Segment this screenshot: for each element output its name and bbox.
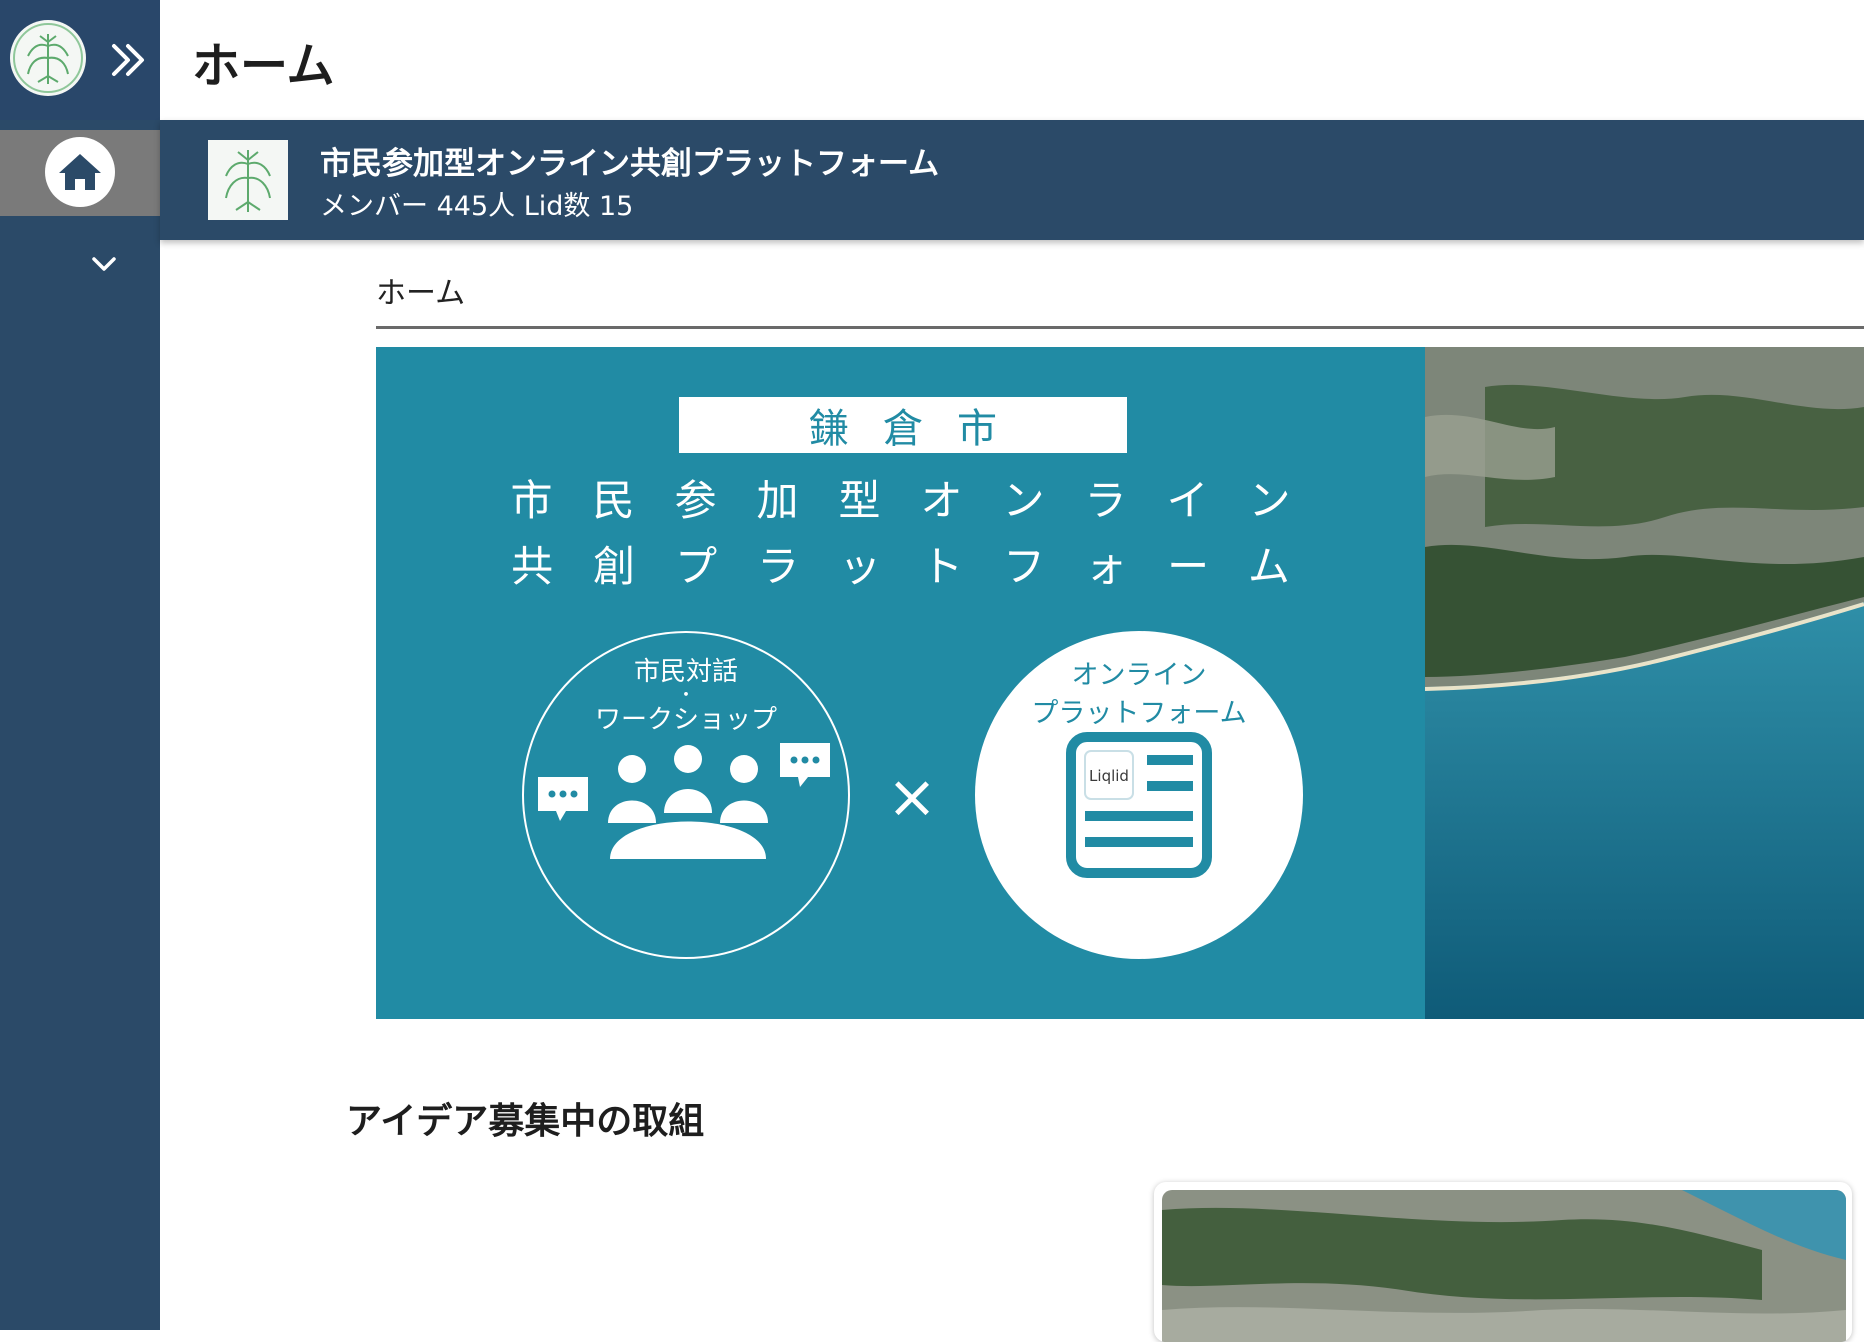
aerial-coast-photo bbox=[1424, 347, 1864, 1019]
idea-card[interactable] bbox=[1154, 1182, 1852, 1342]
expand-sidebar-button[interactable] bbox=[108, 38, 152, 82]
group-name[interactable]: 市民参加型オンライン共創プラットフォーム bbox=[320, 138, 939, 183]
group-member-count: メンバー 445人 Lid数 15 bbox=[320, 191, 634, 222]
liqlid-logo-text: Liqlid bbox=[1089, 767, 1129, 785]
aerial-town-image bbox=[1162, 1190, 1846, 1342]
home-icon-wrap bbox=[45, 137, 115, 207]
sidebar-expand-toggle[interactable] bbox=[88, 248, 120, 280]
city-name-box: 鎌倉市 bbox=[679, 397, 1127, 453]
city-emblem-logo[interactable] bbox=[10, 20, 86, 96]
hero-banner: 鎌倉市 市民参加型オンライン 共創プラットフォーム 市民対話 ・ ワークショップ bbox=[376, 347, 1864, 1019]
sidebar-header bbox=[0, 0, 160, 120]
chevron-down-icon bbox=[92, 257, 116, 271]
people-meeting-icon bbox=[538, 743, 830, 859]
bamboo-emblem-icon bbox=[225, 150, 271, 212]
idea-card-image bbox=[1162, 1190, 1846, 1342]
hero-title-line2: 共創プラットフォーム bbox=[511, 542, 1330, 591]
times-symbol: × bbox=[886, 762, 938, 832]
group-logo[interactable] bbox=[208, 140, 288, 220]
group-banner: 市民参加型オンライン共創プラットフォーム メンバー 445人 Lid数 15 bbox=[160, 120, 1864, 240]
double-chevron-right-icon bbox=[112, 44, 144, 76]
bamboo-emblem-icon bbox=[13, 23, 83, 93]
sidebar-item-home[interactable] bbox=[0, 130, 160, 216]
hero-title-line1: 市民参加型オンライン bbox=[510, 476, 1331, 525]
sidebar bbox=[0, 0, 160, 1330]
section-divider bbox=[376, 326, 1864, 329]
workshop-circle: 市民対話 ・ ワークショップ bbox=[522, 631, 850, 959]
document-list-icon bbox=[1066, 732, 1212, 878]
page-title: ホーム bbox=[192, 38, 335, 94]
aerial-landscape-image bbox=[1424, 347, 1864, 1019]
tab-home[interactable]: ホーム bbox=[376, 268, 465, 312]
ideas-heading: アイデア募集中の取組 bbox=[346, 1101, 705, 1142]
platform-circle: オンライン プラットフォーム Liqlid bbox=[975, 631, 1303, 959]
hero-teal-panel: 鎌倉市 市民参加型オンライン 共創プラットフォーム 市民対話 ・ ワークショップ bbox=[376, 347, 1425, 1019]
home-icon bbox=[59, 154, 101, 190]
